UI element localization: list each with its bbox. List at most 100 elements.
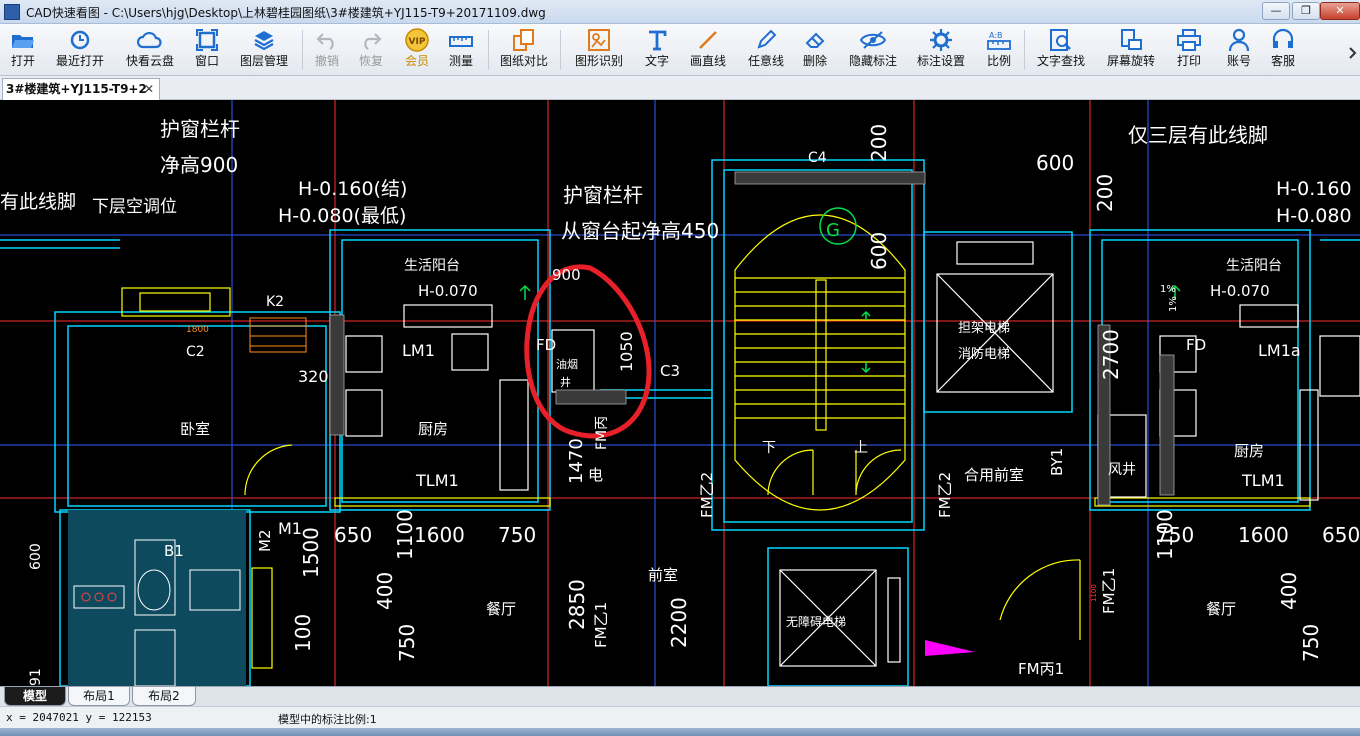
label: M2 [256,530,274,553]
document-tab[interactable]: 3#楼建筑+YJ115-T9+2· ✕ [2,78,160,100]
scale-ratio-button[interactable]: A:B 比例 [984,27,1014,73]
eye-hidden-icon [860,27,886,53]
account-button[interactable]: 账号 [1224,27,1254,73]
label: FM乙2 [936,472,954,518]
shape-recognition-icon [587,27,611,53]
label: 1% [1160,284,1176,295]
text-tool-button[interactable]: 文字 [642,27,672,73]
tab-layout-1[interactable]: 布局1 [68,687,130,706]
label: 1100 [1153,509,1177,560]
label: 900 [552,266,581,284]
search-document-icon [1049,27,1073,53]
label: 650 [1322,523,1360,547]
label: 1470 [566,438,587,484]
tab-layout-2[interactable]: 布局2 [132,687,196,706]
label: 从窗台起净高450 [561,219,719,243]
annotation-scale: 模型中的标注比例:1 [278,713,377,726]
window-button[interactable]: 窗口 [192,27,222,73]
label: 合用前室 [964,466,1024,484]
folder-open-icon [11,27,35,53]
label: 600 [867,232,891,270]
pen-icon [755,27,777,53]
text-search-button[interactable]: 文字查找 [1034,27,1088,73]
shape-recognition-button[interactable]: 图形识别 [572,27,626,73]
main-toolbar: 打开 最近打开 快看云盘 窗口 图层管理 撤销 恢复 VIP 会员 测量 图纸对… [0,24,1360,76]
vip-member-button[interactable]: VIP 会员 [402,27,432,73]
redo-button[interactable]: 恢复 [356,27,386,73]
label: 井 [560,375,571,389]
label: 护窗栏杆 [563,183,643,207]
measure-button[interactable]: 测量 [446,27,476,73]
user-icon [1228,27,1250,53]
window-title: CAD快速看图 - C:\Users\hjg\Desktop\上林碧桂园图纸\3… [26,6,546,20]
maximize-button[interactable]: ❐ [1292,2,1320,20]
label: K2 [266,294,284,310]
magenta-marker [925,640,975,656]
label: C4 [808,150,827,166]
screen-rotate-button[interactable]: 屏幕旋转 [1104,27,1158,73]
label: 2850 [565,579,589,630]
freehand-line-button[interactable]: 任意线 [744,27,788,73]
title-bar: CAD快速看图 - C:\Users\hjg\Desktop\上林碧桂园图纸\3… [0,0,1360,24]
label: FM乙2 [698,472,716,518]
os-taskbar [0,728,1360,736]
cloud-disk-button[interactable]: 快看云盘 [122,27,178,73]
label: 1500 [299,527,323,578]
toolbar-separator [488,30,489,70]
label: 电 [588,466,603,484]
label: H-0.070 [1210,282,1270,300]
undo-arrow-icon [316,27,338,53]
delete-button[interactable]: 删除 [800,27,830,73]
undo-button[interactable]: 撤销 [312,27,342,73]
label: 91 [28,668,44,686]
label: 下 [762,440,776,456]
minimize-button[interactable]: — [1262,2,1290,20]
dimension-settings-button[interactable]: 标注设置 [914,27,968,73]
customer-service-button[interactable]: 客服 [1268,27,1298,73]
gear-icon [929,27,953,53]
label: 上 [854,440,868,456]
open-button[interactable]: 打开 [6,27,40,73]
label: 净高900 [160,153,238,177]
cursor-coordinates: x = 2047021 y = 122153 [6,711,152,724]
document-tab-bar: 3#楼建筑+YJ115-T9+2· ✕ [0,76,1360,100]
label: 600 [1036,151,1074,175]
tab-model[interactable]: 模型 [4,687,66,706]
layers-icon [253,27,275,53]
label: LM1a [1258,341,1301,360]
draw-line-button[interactable]: 画直线 [686,27,730,73]
label: FM乙1 [592,602,610,648]
label: C3 [660,362,680,380]
label: 750 [498,523,536,547]
label: TLM1 [1241,471,1285,490]
recent-files-button[interactable]: 最近打开 [52,27,108,73]
stairs [121,214,1311,669]
toolbar-separator [560,30,561,70]
drawing-canvas[interactable]: 护窗栏杆 净高900 H-0.160(结) H-0.080(最低) 有此线脚 下… [0,100,1360,686]
eraser-icon [804,27,826,53]
cad-drawing[interactable]: 护窗栏杆 净高900 H-0.160(结) H-0.080(最低) 有此线脚 下… [0,100,1360,686]
label: 仅三层有此线脚 [1128,123,1268,147]
label: 卧室 [180,420,210,438]
label: 有此线脚 [0,191,76,213]
label: FD [536,336,556,354]
label: H-0.160(结) [298,178,407,200]
close-tab-icon[interactable]: ✕ [144,79,154,99]
clock-icon [69,27,91,53]
drawing-compare-button[interactable]: 图纸对比 [498,27,550,73]
close-button[interactable]: ✕ [1320,2,1360,20]
bathroom-fill [68,510,246,686]
window-frame-icon [196,27,218,53]
print-button[interactable]: 打印 [1174,27,1204,73]
label: 2200 [667,597,691,648]
label: LM1 [402,341,435,360]
label: 2700 [1099,329,1123,380]
label: 消防电梯 [958,346,1010,362]
label: H-0.080 [1276,205,1352,227]
label: 750 [1299,624,1323,662]
cloud-icon [137,27,163,53]
scale-ratio-icon: A:B [987,27,1011,53]
hide-dimensions-button[interactable]: 隐藏标注 [846,27,900,73]
label: C2 [186,344,205,360]
layer-manager-button[interactable]: 图层管理 [236,27,292,73]
